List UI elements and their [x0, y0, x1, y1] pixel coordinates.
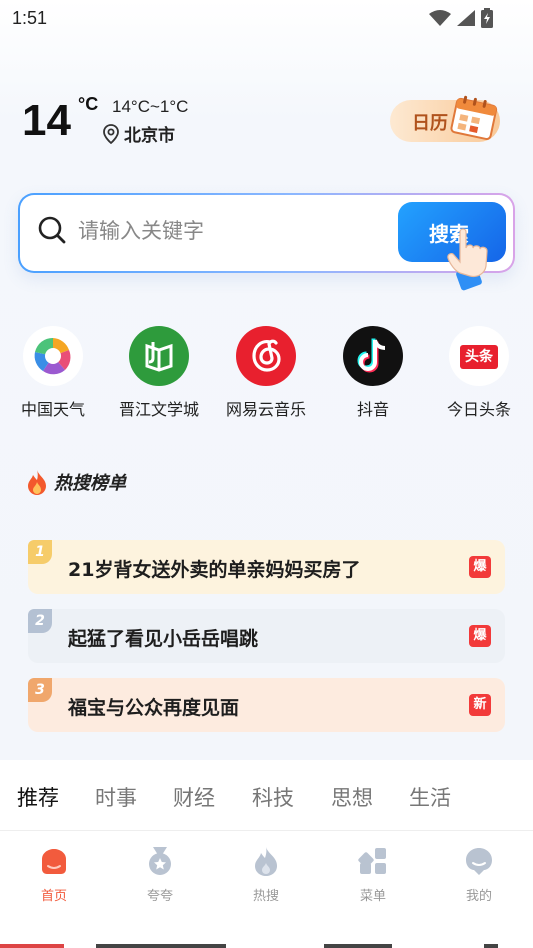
nav-label: 热搜	[252, 889, 279, 904]
wifi-icon	[429, 10, 451, 26]
nav-label: 首页	[40, 889, 67, 904]
nav-menu[interactable]: 菜单	[333, 845, 413, 904]
location[interactable]: 北京市	[102, 121, 175, 146]
status-bar: 1:51	[0, 0, 533, 36]
nav-label: 夸夸	[146, 889, 173, 904]
profile-icon	[466, 848, 492, 875]
tab-life[interactable]: 生活	[409, 782, 451, 812]
tab-thought[interactable]: 思想	[331, 782, 373, 812]
hot-item-text: 福宝与公众再度见面	[68, 697, 240, 719]
bottom-navigation: 首页 夸夸 热搜 菜单 我的	[0, 830, 533, 948]
nav-hot[interactable]: 热搜	[226, 845, 306, 904]
medal-icon	[149, 847, 171, 875]
shortcut-label: 中国天气	[20, 400, 85, 419]
next-content-peek	[0, 936, 533, 948]
hot-item[interactable]: 2 起猛了看见小岳岳唱跳 爆	[28, 609, 505, 663]
nav-profile[interactable]: 我的	[439, 845, 519, 904]
hot-item-text: 21岁背女送外卖的单亲妈妈买房了	[68, 559, 361, 581]
netease-music-icon	[236, 326, 296, 386]
rank-badge: 1	[28, 540, 52, 564]
hot-tag-badge: 爆	[469, 625, 491, 647]
tab-current-affairs[interactable]: 时事	[95, 782, 137, 812]
tab-finance[interactable]: 财经	[173, 782, 215, 812]
calendar-label: 日历	[412, 113, 448, 134]
shortcut-netease-music[interactable]: 网易云音乐	[216, 322, 316, 420]
hot-list-title: 热搜榜单	[54, 473, 126, 494]
temperature-unit: °C	[78, 94, 99, 114]
tab-technology[interactable]: 科技	[252, 782, 294, 812]
hot-tag-badge: 爆	[469, 556, 491, 578]
hot-tag-badge: 新	[469, 694, 491, 716]
hot-item[interactable]: 1 21岁背女送外卖的单亲妈妈买房了 爆	[28, 540, 505, 594]
jinjiang-icon	[129, 326, 189, 386]
nav-label: 菜单	[359, 889, 386, 904]
calendar-icon	[450, 95, 498, 141]
nav-home[interactable]: 首页	[14, 845, 94, 904]
calendar-button[interactable]: 日历	[390, 95, 500, 142]
search-icon	[38, 216, 66, 244]
pointing-hand-icon	[447, 228, 488, 291]
hot-item[interactable]: 3 福宝与公众再度见面 新	[28, 678, 505, 732]
shortcut-label: 晋江文学城	[118, 400, 199, 419]
nav-praise[interactable]: 夸夸	[120, 845, 200, 904]
shortcut-label: 今日头条	[446, 400, 511, 419]
temperature-range: 14°C~1°C	[112, 97, 189, 116]
shortcut-label: 抖音	[356, 400, 389, 419]
rank-badge: 2	[28, 609, 52, 633]
city-name: 北京市	[124, 126, 175, 146]
status-icons	[429, 8, 493, 28]
shortcut-douyin[interactable]: 抖音	[323, 322, 423, 420]
toutiao-icon-text: 头条	[460, 345, 498, 369]
cellular-signal-icon	[457, 10, 475, 26]
location-pin-icon	[103, 123, 119, 144]
grid-icon	[358, 848, 386, 874]
shortcut-row: 中国天气 晋江文学城 网易云音乐 抖音 头条 今日头条	[0, 322, 533, 432]
shortcut-jinjiang[interactable]: 晋江文学城	[109, 322, 209, 420]
search-input[interactable]	[78, 209, 378, 253]
shortcut-toutiao[interactable]: 头条 今日头条	[429, 322, 529, 420]
status-time: 1:51	[12, 8, 48, 28]
toutiao-icon: 头条	[449, 326, 509, 386]
douyin-icon	[343, 326, 403, 386]
shortcut-label: 网易云音乐	[225, 400, 306, 419]
china-weather-icon	[23, 326, 83, 386]
battery-icon	[481, 8, 493, 28]
flame-icon	[255, 847, 277, 876]
fire-icon	[28, 470, 46, 495]
nav-label: 我的	[465, 889, 492, 904]
rank-badge: 3	[28, 678, 52, 702]
shortcut-china-weather[interactable]: 中国天气	[3, 322, 103, 420]
tab-recommend[interactable]: 推荐	[17, 782, 59, 812]
hot-list-header: 热搜榜单	[26, 468, 126, 496]
category-tabs: 推荐 时事 财经 科技 思想 生活	[0, 760, 533, 830]
hot-item-text: 起猛了看见小岳岳唱跳	[68, 628, 259, 650]
home-icon	[42, 849, 66, 874]
temperature: 14	[22, 96, 71, 145]
